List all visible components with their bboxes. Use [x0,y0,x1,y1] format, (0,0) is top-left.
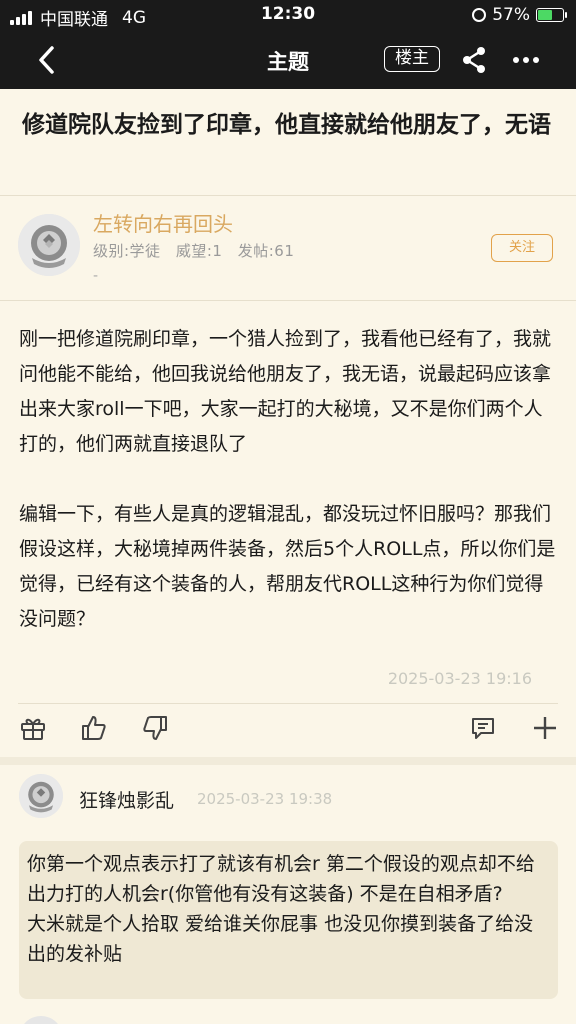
author-block: 左转向右再回头 级别:学徒 威望:1 发帖:61 - 关注 [0,198,576,300]
like-icon[interactable] [80,714,108,742]
top-bar: 中国联通 4G 12:30 57% 主题 楼主 [0,0,576,89]
section-separator [0,757,576,765]
owner-only-button[interactable]: 楼主 [384,46,440,72]
nav-bar: 主题 楼主 [0,30,576,89]
reply-content: 你第一个观点表示打了就该有机会r 第二个假设的观点却不给出力打的人机会r(你管他… [19,841,558,999]
author-name[interactable]: 左转向右再回头 [93,208,233,237]
author-signature: - [93,268,99,284]
post-paragraph: 编辑一下，有些人是真的逻辑混乱，都没玩过怀旧服吗？那我们假设这样，大秘境掉两件装… [19,503,556,630]
post-content: 刚一把修道院刷印章，一个猎人捡到了，我看他已经有了，我就问他能不能给，他回我说给… [19,322,559,672]
divider [0,195,576,196]
follow-button[interactable]: 关注 [491,234,553,262]
post-timestamp: 2025-03-23 19:16 [387,669,532,688]
add-icon[interactable] [531,714,559,742]
battery-percent: 57% [492,5,530,25]
reply-text: 大米就是个人拾取 爱给谁关你屁事 也没见你摸到装备了给没出的发补贴 [27,913,534,965]
rotation-lock-icon [472,8,487,22]
author-posts: 发帖:61 [237,242,295,260]
gift-icon[interactable] [19,714,47,742]
reply-timestamp: 2025-03-23 19:38 [197,790,333,808]
status-bar: 中国联通 4G 12:30 57% [0,0,576,30]
author-avatar[interactable] [18,214,80,276]
post-actions [0,700,576,756]
next-reply-avatar[interactable] [19,1016,63,1024]
share-icon[interactable] [458,44,490,76]
reply-text: 你第一个观点表示打了就该有机会r 第二个假设的观点却不给出力打的人机会r(你管他… [27,853,535,905]
reply-avatar[interactable] [19,774,63,818]
post-paragraph: 刚一把修道院刷印章，一个猎人捡到了，我看他已经有了，我就问他能不能给，他回我说给… [19,328,552,455]
battery-icon [536,8,567,22]
reply-author-name[interactable]: 狂锋烛影乱 [79,786,174,813]
author-reputation: 威望:1 [175,242,223,260]
post-title: 修道院队友捡到了印章，他直接就给他朋友了，无语 [22,112,551,138]
dislike-icon[interactable] [141,714,169,742]
more-icon[interactable] [510,44,542,76]
divider [0,300,576,301]
author-level: 级别:学徒 [93,242,161,260]
author-meta: 级别:学徒 威望:1 发帖:61 [93,240,294,261]
comment-icon[interactable] [469,714,497,742]
